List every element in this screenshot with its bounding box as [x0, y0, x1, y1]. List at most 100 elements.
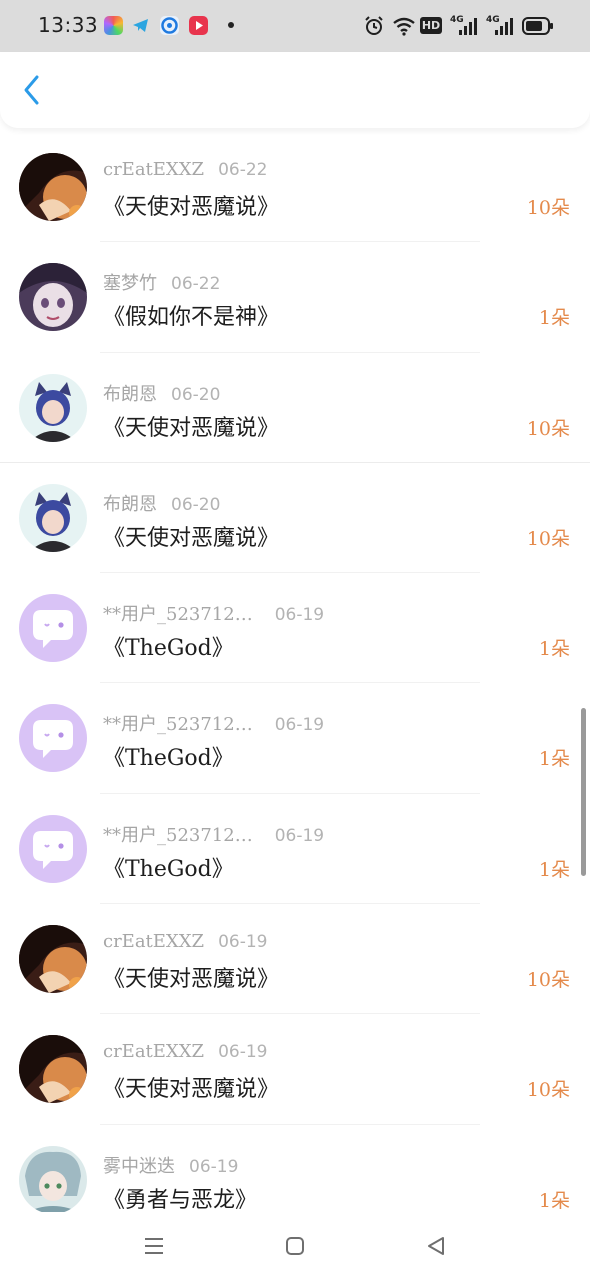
username: crEatEXXZ	[103, 931, 205, 953]
menu-icon	[145, 1238, 163, 1254]
more-notifications-dot	[228, 22, 234, 28]
back-button[interactable]	[14, 72, 50, 108]
date: 06-19	[218, 932, 268, 953]
username: crEatEXXZ	[103, 159, 205, 180]
status-bar: 13:33 HD 4G 4G	[0, 0, 590, 52]
date: 06-20	[171, 494, 221, 515]
flower-count: 1朵	[538, 638, 570, 661]
chevron-left-icon	[24, 75, 39, 105]
work-title: 《天使对恶魔说》	[103, 1077, 280, 1103]
flower-count: 10朵	[526, 1079, 570, 1102]
default-chat-bubble-avatar	[19, 704, 87, 773]
date: 06-22	[171, 274, 221, 295]
default-chat-bubble-avatar	[19, 594, 87, 663]
home-square-icon	[286, 1237, 304, 1255]
username: **用户_523712…	[103, 714, 253, 736]
blue-hair-catgirl-avatar	[19, 373, 87, 442]
work-title: 《天使对恶魔说》	[103, 525, 280, 551]
avatar[interactable]	[19, 263, 87, 332]
dark-hair-anime-avatar	[19, 153, 87, 221]
list-item[interactable]: **用户_523712… 06-19 《TheGod》 1朵	[0, 573, 590, 684]
item-meta: 布朗恩 06-20	[103, 380, 220, 406]
avatar[interactable]	[19, 925, 87, 994]
avatar[interactable]	[19, 373, 87, 442]
work-title: 《天使对恶魔说》	[103, 415, 280, 441]
avatar[interactable]	[19, 814, 87, 883]
system-icons: HD 4G 4G	[364, 15, 554, 37]
red-play-app-icon	[189, 16, 208, 35]
username: 塞梦竹	[103, 273, 157, 295]
item-meta: **用户_523712… 06-19	[103, 710, 324, 736]
dark-hair-anime-avatar	[19, 925, 87, 994]
silver-hair-anime-avatar	[19, 1145, 87, 1214]
battery-icon	[522, 17, 553, 35]
wifi-icon	[393, 17, 415, 36]
default-chat-bubble-avatar	[19, 814, 87, 883]
flower-count: 1朵	[538, 307, 570, 330]
flower-count: 10朵	[526, 527, 570, 550]
signal-4g-icon: 4G	[486, 15, 516, 37]
username: crEatEXXZ	[103, 1041, 205, 1063]
date: 06-19	[274, 605, 325, 626]
hd-icon: HD	[420, 17, 442, 34]
avatar[interactable]	[19, 594, 87, 663]
top-app-bar	[0, 52, 590, 128]
date: 06-22	[218, 160, 268, 180]
date: 06-19	[274, 825, 325, 846]
list-item[interactable]: **用户_523712… 06-19 《TheGod》 1朵	[0, 794, 590, 905]
work-title: 《TheGod》	[103, 746, 234, 772]
back-nav-button[interactable]	[420, 1230, 452, 1262]
avatar[interactable]	[19, 1145, 87, 1214]
flower-count: 1朵	[538, 1189, 570, 1212]
list-item[interactable]: crEatEXXZ 06-22 《天使对恶魔说》 10朵	[0, 132, 590, 243]
menu-button[interactable]	[138, 1230, 170, 1262]
home-button[interactable]	[279, 1230, 311, 1262]
flower-count: 10朵	[526, 197, 570, 219]
date: 06-19	[189, 1156, 239, 1177]
telegram-icon	[131, 16, 150, 35]
blue-circle-app-icon	[160, 16, 179, 35]
item-meta: 塞梦竹 06-22	[103, 269, 220, 295]
item-meta: **用户_523712… 06-19	[103, 600, 324, 626]
multicolor-app-icon	[104, 16, 123, 35]
signal-4g-icon: 4G	[450, 15, 480, 37]
work-title: 《天使对恶魔说》	[103, 195, 280, 220]
list-item[interactable]: **用户_523712… 06-19 《TheGod》 1朵	[0, 683, 590, 794]
work-title: 《假如你不是神》	[103, 305, 280, 331]
username: **用户_523712…	[103, 604, 253, 626]
date: 06-20	[171, 384, 221, 405]
scrollbar[interactable]	[581, 708, 586, 876]
list-item[interactable]: 布朗恩 06-20 《天使对恶魔说》 10朵	[0, 353, 590, 463]
username: 布朗恩	[103, 383, 157, 405]
gift-record-list: crEatEXXZ 06-22 《天使对恶魔说》 10朵 塞梦竹 06-22 《假如…	[0, 132, 590, 1235]
username: 雾中迷迭	[103, 1155, 175, 1177]
date: 06-19	[218, 1042, 268, 1063]
sketch-girl-avatar	[19, 263, 87, 332]
item-meta: crEatEXXZ 06-22	[103, 159, 267, 180]
list-item[interactable]: crEatEXXZ 06-19 《天使对恶魔说》 10朵	[0, 1014, 590, 1125]
list-item[interactable]: 布朗恩 06-20 《天使对恶魔说》 10朵	[0, 463, 590, 574]
status-time: 13:33	[38, 13, 99, 37]
work-title: 《TheGod》	[103, 856, 234, 882]
item-meta: 雾中迷迭 06-19	[103, 1152, 238, 1178]
dark-hair-anime-avatar	[19, 1035, 87, 1104]
avatar[interactable]	[19, 153, 87, 221]
item-meta: crEatEXXZ 06-19	[103, 1041, 267, 1062]
list-item[interactable]: crEatEXXZ 06-19 《天使对恶魔说》 10朵	[0, 904, 590, 1015]
flower-count: 10朵	[526, 969, 570, 992]
avatar[interactable]	[19, 704, 87, 773]
work-title: 《天使对恶魔说》	[103, 967, 280, 993]
flower-count: 10朵	[526, 417, 570, 440]
list-item[interactable]: 塞梦竹 06-22 《假如你不是神》 1朵	[0, 242, 590, 353]
flower-count: 1朵	[538, 748, 570, 771]
item-meta: **用户_523712… 06-19	[103, 821, 324, 847]
blue-hair-catgirl-avatar	[19, 483, 87, 552]
alarm-icon	[365, 16, 383, 35]
avatar[interactable]	[19, 1035, 87, 1104]
flower-count: 1朵	[538, 858, 570, 881]
work-title: 《勇者与恶龙》	[103, 1187, 258, 1213]
avatar[interactable]	[19, 483, 87, 552]
work-title: 《TheGod》	[103, 636, 234, 662]
date: 06-19	[274, 715, 325, 736]
username: 布朗恩	[103, 493, 157, 515]
